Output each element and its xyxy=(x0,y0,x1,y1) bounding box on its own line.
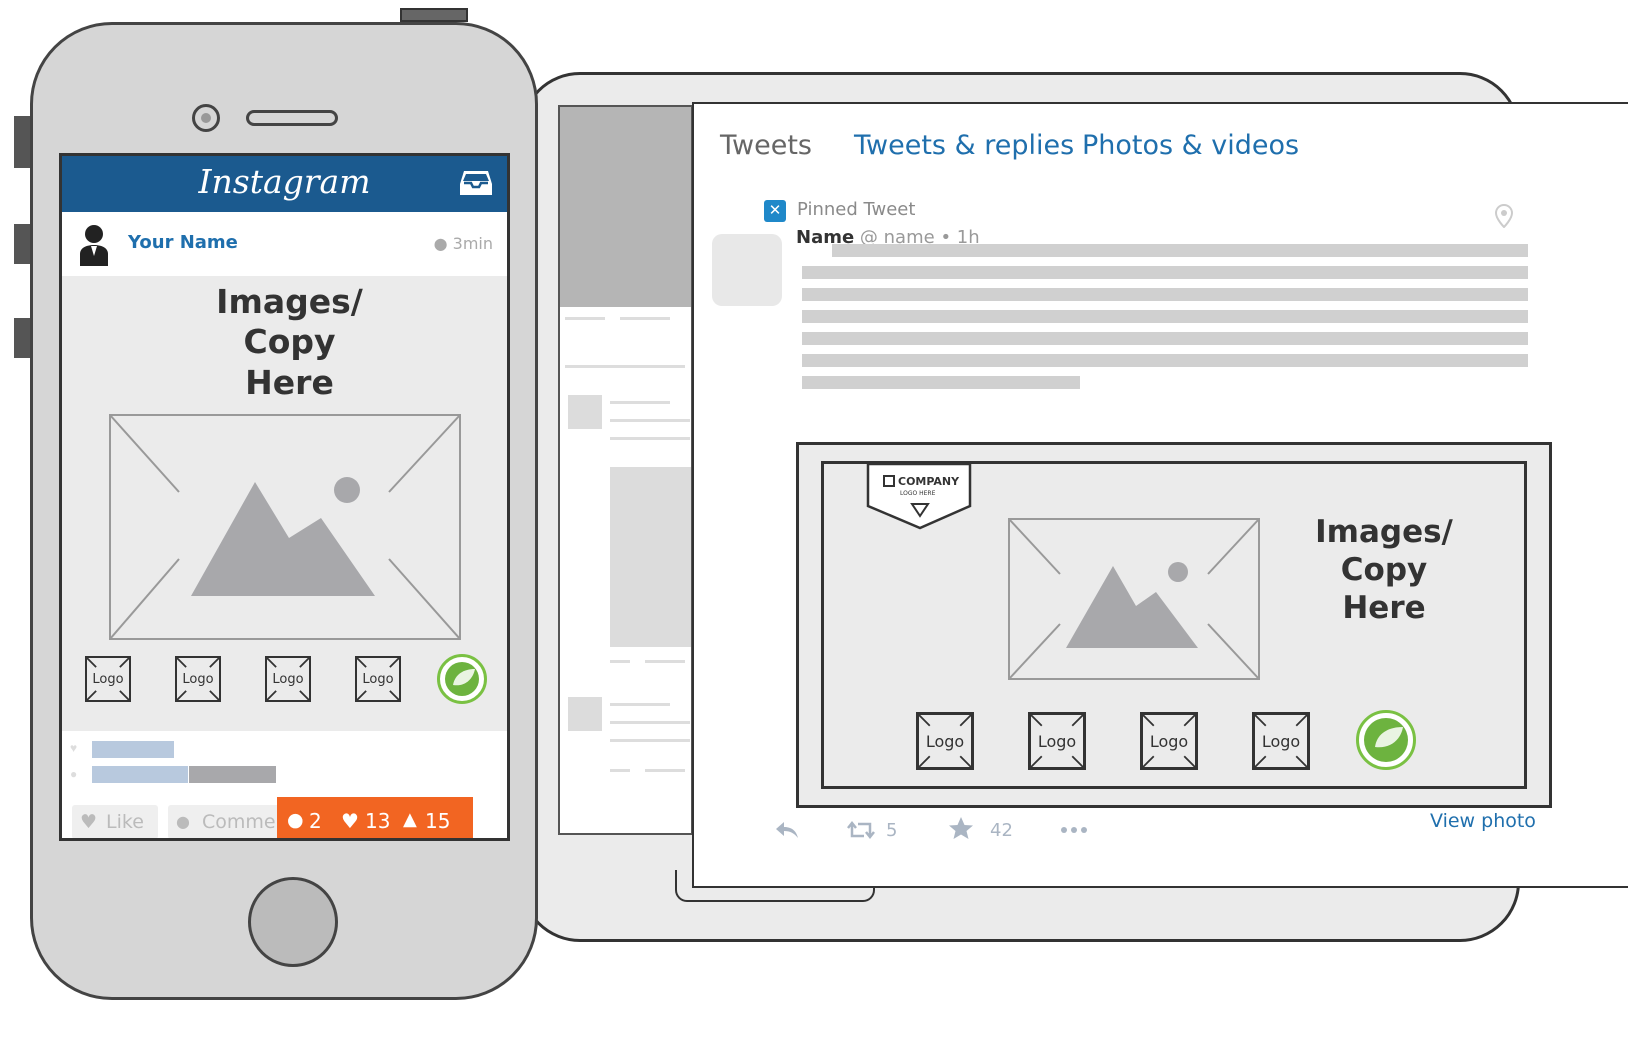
text-placeholder-line xyxy=(802,266,1528,279)
camera-icon xyxy=(192,104,220,132)
home-button[interactable] xyxy=(248,877,338,967)
twitter-card: Tweets Tweets & replies Photos & videos … xyxy=(692,102,1628,888)
comment-count: 2 xyxy=(309,809,322,833)
comment-placeholder xyxy=(92,766,188,783)
mute-switch xyxy=(14,116,30,168)
media-frame: COMPANY LOGO HERE Images/ Copy Here Logo xyxy=(821,461,1527,789)
comment-icon: ● xyxy=(176,812,190,831)
logo-placeholder: Logo xyxy=(175,656,221,702)
follower-count: 15 xyxy=(425,809,451,833)
logo-placeholder: Logo xyxy=(1252,712,1310,770)
retweet-icon[interactable] xyxy=(846,820,876,840)
post-time: ● 3min xyxy=(433,234,493,253)
company-logo-sub: LOGO HERE xyxy=(900,490,936,497)
badge-logo xyxy=(437,654,487,704)
text-placeholder-line xyxy=(802,288,1528,301)
text-placeholder-line xyxy=(802,376,1080,389)
post-image[interactable]: Images/ Copy Here Logo Logo Logo Logo xyxy=(62,276,507,731)
like-count: 13 xyxy=(365,809,391,833)
location-icon[interactable] xyxy=(1494,204,1514,228)
company-logo-text: COMPANY xyxy=(898,475,960,488)
company-logo: COMPANY LOGO HERE xyxy=(866,462,972,530)
logo-placeholder: Logo xyxy=(1028,712,1086,770)
pin-icon: ✕ xyxy=(764,200,786,222)
heart-icon: ♥ xyxy=(70,741,78,755)
like-count: 42 xyxy=(990,820,1013,841)
logo-placeholder: Logo xyxy=(355,656,401,702)
heart-icon: ♥ xyxy=(80,811,98,833)
logo-placeholder: Logo xyxy=(85,656,131,702)
more-icon[interactable] xyxy=(1060,826,1088,834)
logo-placeholder: Logo xyxy=(265,656,311,702)
tab-tweets[interactable]: Tweets xyxy=(720,130,812,161)
heart-icon: ♥ xyxy=(341,809,359,833)
logo-placeholder: Logo xyxy=(916,712,974,770)
avatar[interactable] xyxy=(712,234,782,306)
comment-icon: ● xyxy=(287,809,304,831)
post-counts: ● 2 ♥ 13 ▲ 15 xyxy=(277,797,473,838)
copy-placeholder: Images/ Copy Here xyxy=(216,282,363,402)
power-button xyxy=(400,8,468,22)
retweet-count: 5 xyxy=(886,820,898,841)
text-placeholder-line xyxy=(802,310,1528,323)
reply-icon[interactable] xyxy=(774,820,800,840)
user-name[interactable]: Your Name xyxy=(128,232,238,253)
tweet-media[interactable]: COMPANY LOGO HERE Images/ Copy Here Logo xyxy=(796,442,1552,808)
like-button[interactable]: ♥ Like xyxy=(72,805,158,838)
image-placeholder-icon xyxy=(1008,518,1260,680)
comment-icon: ● xyxy=(70,767,78,781)
tab-photos-videos[interactable]: Photos & videos xyxy=(1082,130,1299,161)
instagram-screen: Instagram Your Name ● 3min Images/ Copy … xyxy=(59,153,510,841)
comment-button[interactable]: ● Comme xyxy=(168,805,280,838)
person-icon[interactable] xyxy=(78,222,110,266)
badge-logo xyxy=(1356,710,1416,770)
tablet-screen xyxy=(558,105,693,835)
clock-icon: ● xyxy=(433,234,448,253)
tab-tweets-replies[interactable]: Tweets & replies xyxy=(854,130,1074,161)
post-footer: ♥ ● ♥ Like ● Comme ● 2 ♥ 13 ▲ 15 xyxy=(62,731,507,838)
tweet-actions: 5 42 View photo xyxy=(694,810,1628,850)
copy-placeholder: Images/ Copy Here xyxy=(1315,514,1453,626)
view-photo-link[interactable]: View photo xyxy=(1430,810,1536,832)
post-user-bar: Your Name ● 3min xyxy=(62,212,507,276)
star-icon[interactable] xyxy=(948,816,974,840)
instagram-logo: Instagram xyxy=(198,162,371,201)
text-placeholder-line xyxy=(802,354,1528,367)
comment-text-placeholder xyxy=(189,766,276,783)
person-icon: ▲ xyxy=(403,809,417,830)
volume-up-button xyxy=(14,224,30,264)
text-placeholder-line xyxy=(832,244,1528,257)
image-placeholder-icon xyxy=(109,414,461,640)
inbox-icon[interactable] xyxy=(459,168,493,198)
volume-down-button xyxy=(14,318,30,358)
instagram-header: Instagram xyxy=(62,156,507,212)
pinned-label: Pinned Tweet xyxy=(797,199,916,220)
tablet-header-area xyxy=(560,107,691,307)
logo-placeholder: Logo xyxy=(1140,712,1198,770)
likes-placeholder xyxy=(92,741,174,758)
text-placeholder-line xyxy=(802,332,1528,345)
speaker-grille xyxy=(246,110,338,126)
